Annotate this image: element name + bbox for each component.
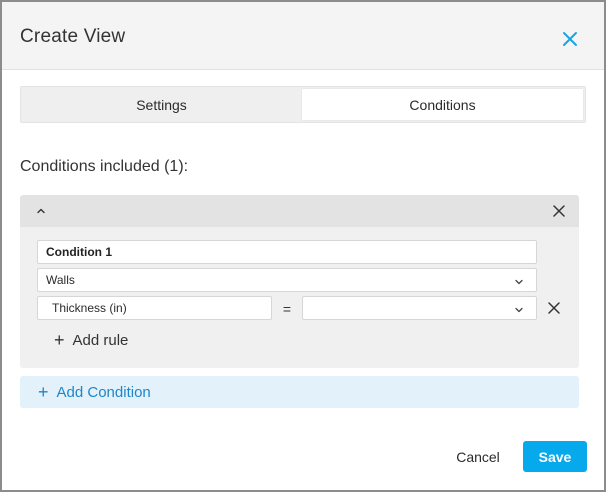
condition-card-header [20, 195, 579, 227]
condition-name-input[interactable]: Condition 1 [37, 240, 537, 264]
rule-parameter-select[interactable]: Thickness (in) [37, 296, 272, 320]
save-button[interactable]: Save [523, 441, 587, 472]
tab-conditions[interactable]: Conditions [302, 89, 583, 120]
conditions-count-label: Conditions included (1): [20, 158, 189, 175]
category-select-value: Walls [46, 273, 75, 287]
cancel-button[interactable]: Cancel [442, 444, 514, 470]
dialog-header: Create View [2, 2, 604, 70]
dialog-title: Create View [20, 26, 126, 47]
chevron-up-icon[interactable] [33, 203, 49, 219]
add-rule-label: Add rule [72, 331, 129, 349]
chevron-down-icon [514, 304, 524, 314]
add-rule-button[interactable]: + Add rule [54, 330, 128, 350]
remove-condition-icon[interactable] [551, 203, 567, 219]
chevron-down-icon [514, 276, 524, 286]
close-icon[interactable] [558, 27, 582, 51]
plus-icon: + [38, 382, 49, 402]
rule-operator: = [282, 301, 292, 317]
add-condition-button[interactable]: + Add Condition [20, 376, 579, 408]
create-view-dialog: Create View Settings Conditions Conditio… [0, 0, 606, 492]
category-select[interactable]: Walls [37, 268, 537, 292]
rule-value-select[interactable] [302, 296, 537, 320]
tab-settings[interactable]: Settings [21, 87, 302, 122]
tab-bar: Settings Conditions [20, 86, 586, 123]
remove-rule-icon[interactable] [547, 301, 561, 315]
add-condition-label: Add Condition [56, 383, 151, 401]
condition-card: Condition 1 Walls Thickness (in) = + Add… [20, 195, 579, 368]
plus-icon: + [54, 330, 65, 350]
